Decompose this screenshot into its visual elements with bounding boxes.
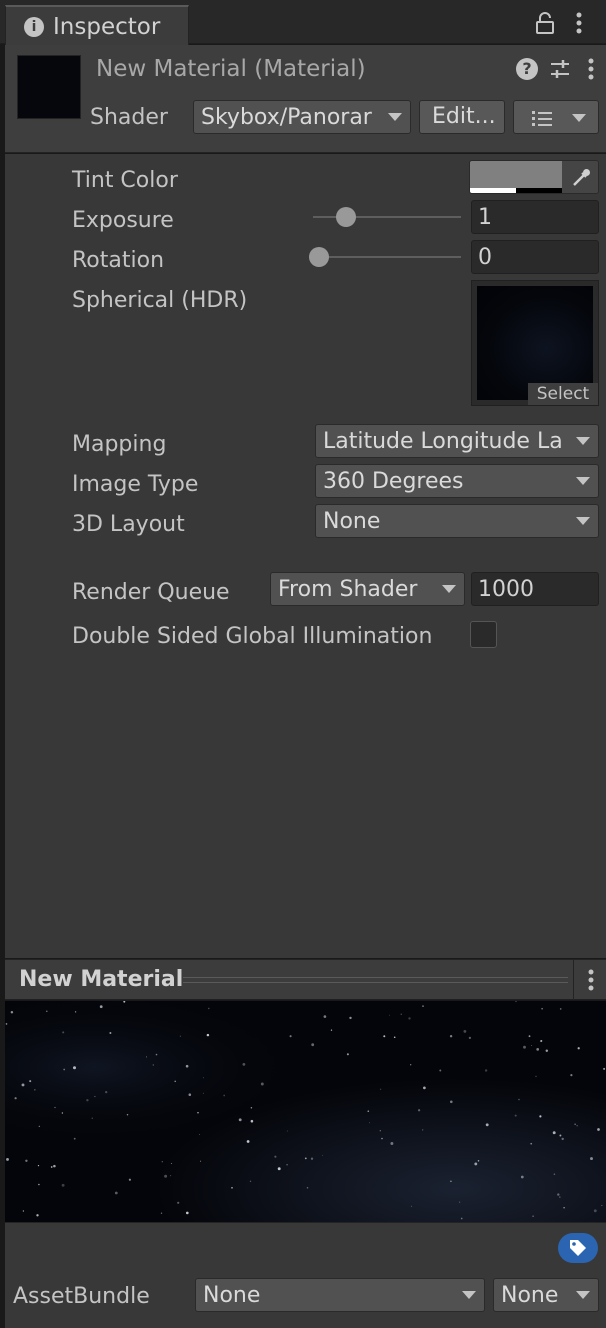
mapping-label: Mapping — [72, 432, 167, 457]
material-header: New Material (Material) ? Shader Skybox/… — [5, 45, 606, 153]
rotation-slider-handle[interactable] — [309, 247, 329, 267]
tab-bar: i Inspector — [0, 0, 606, 45]
render-queue-value: 1000 — [478, 577, 534, 602]
chevron-down-icon — [576, 517, 590, 525]
sliders-icon[interactable] — [549, 58, 571, 80]
material-properties: Tint Color Exposure 1 Rotation 0 Spheric… — [5, 154, 606, 958]
material-thumbnail — [17, 55, 81, 119]
variant-value: None — [501, 1283, 559, 1308]
divider — [573, 960, 574, 1000]
alpha-bar — [470, 188, 516, 193]
image-type-label: Image Type — [72, 472, 199, 497]
alpha-bar-empty — [516, 188, 562, 193]
chevron-down-icon — [576, 477, 590, 485]
rotation-label: Rotation — [72, 248, 165, 273]
exposure-field[interactable]: 1 — [471, 200, 599, 234]
asset-labels-button[interactable] — [558, 1233, 598, 1263]
tag-icon — [570, 1240, 586, 1256]
drag-handle-line — [183, 977, 568, 978]
select-texture-button[interactable]: Select — [528, 383, 598, 405]
help-icon[interactable]: ? — [516, 58, 538, 80]
eyedropper-button[interactable] — [562, 161, 598, 193]
material-preview[interactable] — [5, 1001, 606, 1222]
shader-value: Skybox/Panorar — [201, 105, 372, 130]
image-type-value: 360 Degrees — [323, 469, 464, 494]
3d-layout-dropdown[interactable]: None — [315, 504, 599, 538]
assetbundle-dropdown[interactable]: None — [195, 1278, 485, 1312]
rotation-field[interactable]: 0 — [471, 240, 599, 274]
image-type-dropdown[interactable]: 360 Degrees — [315, 464, 599, 498]
assetbundle-label: AssetBundle — [13, 1284, 150, 1309]
drag-handle-line — [183, 982, 568, 983]
asset-footer: AssetBundle None None — [5, 1222, 606, 1328]
spherical-hdr-label: Spherical (HDR) — [72, 288, 248, 313]
material-kebab-icon[interactable] — [586, 57, 596, 81]
exposure-value: 1 — [478, 205, 492, 230]
edit-shader-button[interactable]: Edit... — [419, 100, 505, 134]
exposure-label: Exposure — [72, 208, 174, 233]
preview-title: New Material — [19, 967, 184, 992]
tint-color-label: Tint Color — [72, 168, 178, 193]
exposure-slider-handle[interactable] — [335, 207, 356, 227]
tint-color-swatch — [470, 161, 562, 188]
material-title: New Material (Material) — [96, 56, 366, 82]
shader-options-button[interactable] — [513, 100, 599, 134]
list-icon — [532, 111, 552, 126]
mapping-dropdown[interactable]: Latitude Longitude La — [315, 424, 599, 458]
rotation-value: 0 — [478, 245, 492, 270]
render-queue-field[interactable]: 1000 — [471, 572, 599, 606]
edit-label: Edit... — [432, 104, 496, 129]
select-label: Select — [536, 384, 590, 404]
lock-icon[interactable] — [534, 12, 556, 34]
assetbundle-variant-dropdown[interactable]: None — [493, 1278, 599, 1312]
spherical-texture-slot[interactable]: Select — [471, 280, 599, 406]
double-sided-gi-label: Double Sided Global Illumination — [72, 624, 433, 649]
assetbundle-value: None — [203, 1283, 261, 1308]
render-queue-mode: From Shader — [278, 577, 418, 602]
chevron-down-icon — [462, 1291, 476, 1299]
double-sided-gi-checkbox[interactable] — [470, 621, 497, 648]
preview-kebab-icon[interactable] — [586, 968, 596, 992]
chevron-down-icon — [388, 113, 402, 121]
preview-header[interactable]: New Material — [5, 959, 606, 1000]
3d-layout-label: 3D Layout — [72, 512, 185, 537]
shader-dropdown[interactable]: Skybox/Panorar — [193, 100, 411, 134]
info-icon: i — [24, 17, 44, 37]
mapping-value: Latitude Longitude La — [323, 429, 563, 454]
tab-inspector[interactable]: i Inspector — [5, 5, 189, 45]
shader-label: Shader — [90, 105, 168, 130]
tint-color-field[interactable] — [469, 160, 599, 194]
tab-label: Inspector — [53, 14, 161, 40]
eyedropper-icon — [573, 169, 590, 186]
chevron-down-icon — [572, 114, 586, 122]
chevron-down-icon — [576, 437, 590, 445]
render-queue-label: Render Queue — [72, 580, 230, 605]
chevron-down-icon — [442, 585, 456, 593]
3d-layout-value: None — [323, 509, 381, 534]
skybox-preview-image — [5, 1001, 606, 1222]
kebab-icon[interactable] — [574, 11, 584, 35]
render-queue-dropdown[interactable]: From Shader — [270, 572, 465, 606]
chevron-down-icon — [576, 1291, 590, 1299]
rotation-slider-track[interactable] — [313, 256, 461, 258]
